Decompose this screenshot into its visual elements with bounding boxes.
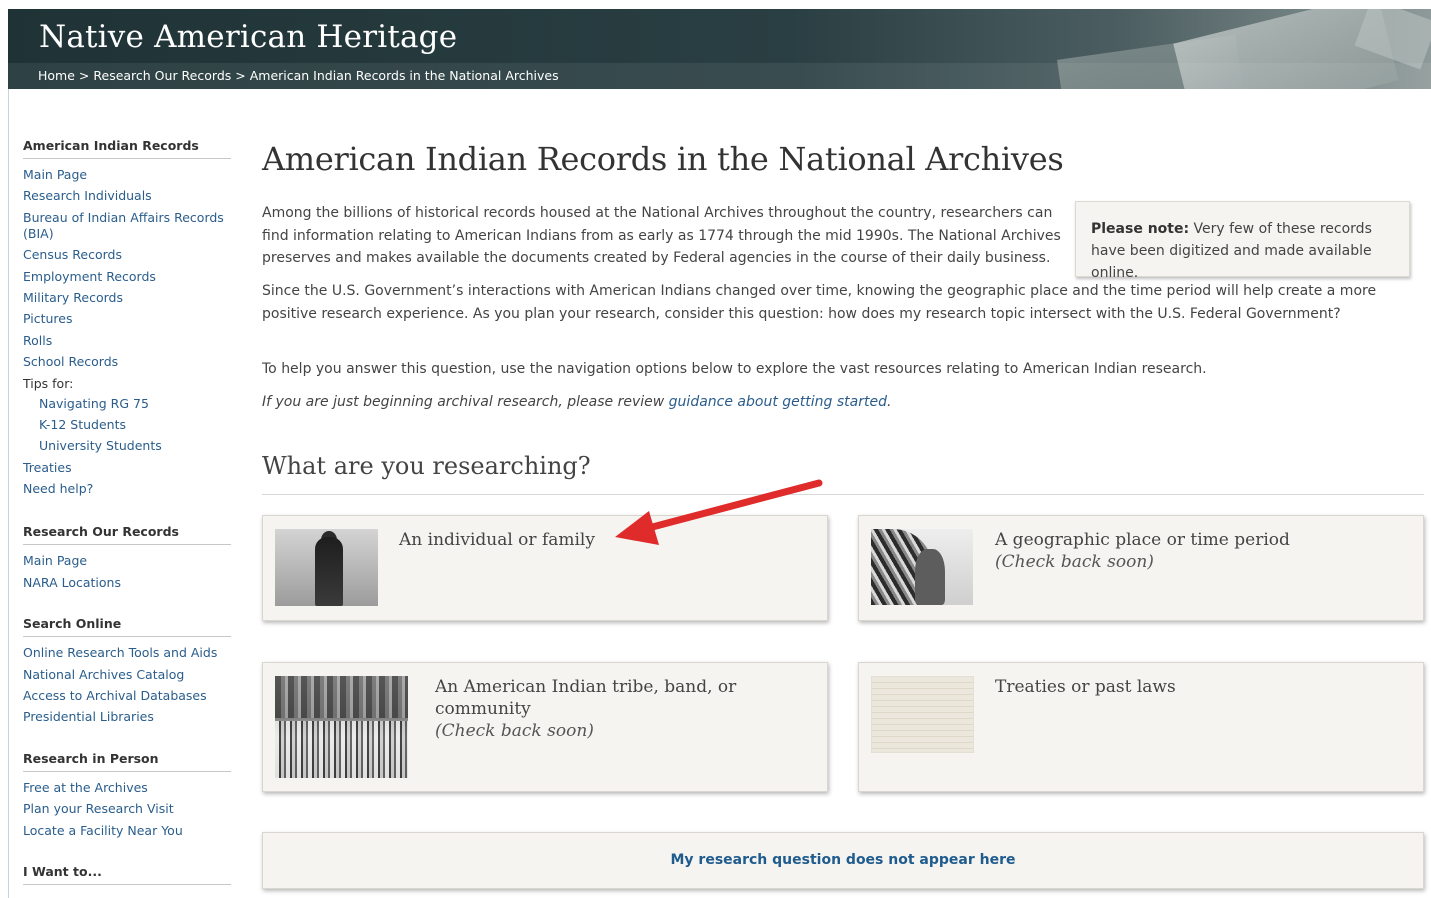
card-note: (Check back soon) xyxy=(435,721,594,741)
main-content: American Indian Records in the National … xyxy=(262,140,1424,889)
sidebar-item-plan-research-visit[interactable]: Plan your Research Visit xyxy=(23,801,231,817)
card-image xyxy=(275,529,378,606)
sidebar-section-title: Search Online xyxy=(23,616,231,638)
card-image xyxy=(275,676,408,778)
card-title: Treaties or past laws xyxy=(995,677,1176,697)
sidebar-item-presidential-libraries[interactable]: Presidential Libraries xyxy=(23,709,231,725)
sidebar-item-national-archives-catalog[interactable]: National Archives Catalog xyxy=(23,667,231,683)
page-title: American Indian Records in the National … xyxy=(262,140,1064,178)
section-divider xyxy=(262,494,1424,495)
getting-started-link[interactable]: guidance about getting started xyxy=(669,394,887,410)
beginner-prefix: If you are just beginning archival resea… xyxy=(262,394,669,410)
breadcrumb-home[interactable]: Home xyxy=(38,68,75,83)
sidebar-item-military-records[interactable]: Military Records xyxy=(23,290,231,306)
card-title: A geographic place or time period (Check… xyxy=(995,530,1290,572)
sidebar-item-main-page[interactable]: Main Page xyxy=(23,553,231,569)
sidebar-item-navigating-rg75[interactable]: Navigating RG 75 xyxy=(23,396,231,412)
card-treaties-laws[interactable]: Treaties or past laws xyxy=(858,662,1424,792)
sidebar-item-online-research-tools[interactable]: Online Research Tools and Aids xyxy=(23,645,231,661)
note-box: Please note: Very few of these records h… xyxy=(1075,201,1410,281)
card-title: An American Indian tribe, band, or commu… xyxy=(435,677,737,741)
annotation-arrow-icon xyxy=(615,479,823,545)
intro-paragraph: Among the billions of historical records… xyxy=(262,205,1061,266)
breadcrumb: Home > Research Our Records > American I… xyxy=(8,63,1431,89)
site-title[interactable]: Native American Heritage xyxy=(39,19,457,55)
question-not-listed-button[interactable]: My research question does not appear her… xyxy=(262,832,1424,889)
card-tribe-band-community[interactable]: An American Indian tribe, band, or commu… xyxy=(262,662,828,792)
sidebar-item-university-students[interactable]: University Students xyxy=(23,438,231,454)
sidebar-item-bia-records[interactable]: Bureau of Indian Affairs Records (BIA) xyxy=(23,210,231,242)
sidebar-tips-label: Tips for: xyxy=(23,375,74,391)
sidebar-item-rolls[interactable]: Rolls xyxy=(23,333,231,349)
sidebar-item-main-page[interactable]: Main Page xyxy=(23,167,231,183)
sidebar-item-school-records[interactable]: School Records xyxy=(23,354,231,370)
sidebar-item-k12-students[interactable]: K-12 Students xyxy=(23,417,231,433)
sidebar-item-free-at-the-archives[interactable]: Free at the Archives xyxy=(23,780,231,796)
card-image xyxy=(871,676,974,753)
beginner-note: If you are just beginning archival resea… xyxy=(262,391,1422,414)
section-heading: What are you researching? xyxy=(262,452,591,480)
sidebar-item-census-records[interactable]: Census Records xyxy=(23,247,231,263)
site-header: Native American Heritage Home > Research… xyxy=(8,9,1431,89)
sidebar-section-title: Research in Person xyxy=(23,751,231,772)
breadcrumb-current: American Indian Records in the National … xyxy=(249,68,559,83)
sidebar-nav: American Indian Records Main Page Resear… xyxy=(23,138,231,893)
sidebar-item-employment-records[interactable]: Employment Records xyxy=(23,269,231,285)
sidebar-divider xyxy=(8,89,9,898)
beginner-suffix: . xyxy=(886,394,892,410)
sidebar-item-treaties[interactable]: Treaties xyxy=(23,460,231,476)
card-geographic-place[interactable]: A geographic place or time period (Check… xyxy=(858,515,1424,621)
sidebar-section-title: Research Our Records xyxy=(23,524,231,546)
card-note: (Check back soon) xyxy=(995,552,1154,572)
breadcrumb-separator: > xyxy=(78,68,90,83)
note-label: Please note: xyxy=(1091,221,1190,237)
sidebar-item-nara-locations[interactable]: NARA Locations xyxy=(23,575,231,591)
breadcrumb-research-our-records[interactable]: Research Our Records xyxy=(93,68,231,83)
card-image xyxy=(871,529,973,605)
sidebar-section-title: American Indian Records xyxy=(23,138,231,159)
intro-paragraph: To help you answer this question, use th… xyxy=(262,361,1207,377)
sidebar-item-archival-databases[interactable]: Access to Archival Databases xyxy=(23,688,231,704)
card-title: An individual or family xyxy=(399,530,595,550)
sidebar-item-pictures[interactable]: Pictures xyxy=(23,311,231,327)
intro-paragraph: Since the U.S. Government’s interactions… xyxy=(262,283,1377,322)
breadcrumb-separator: > xyxy=(235,68,246,83)
sidebar-item-research-individuals[interactable]: Research Individuals xyxy=(23,188,231,204)
sidebar-section-title: I Want to... xyxy=(23,864,231,885)
sidebar-item-need-help[interactable]: Need help? xyxy=(23,481,231,497)
sidebar-item-locate-facility[interactable]: Locate a Facility Near You xyxy=(23,823,231,839)
